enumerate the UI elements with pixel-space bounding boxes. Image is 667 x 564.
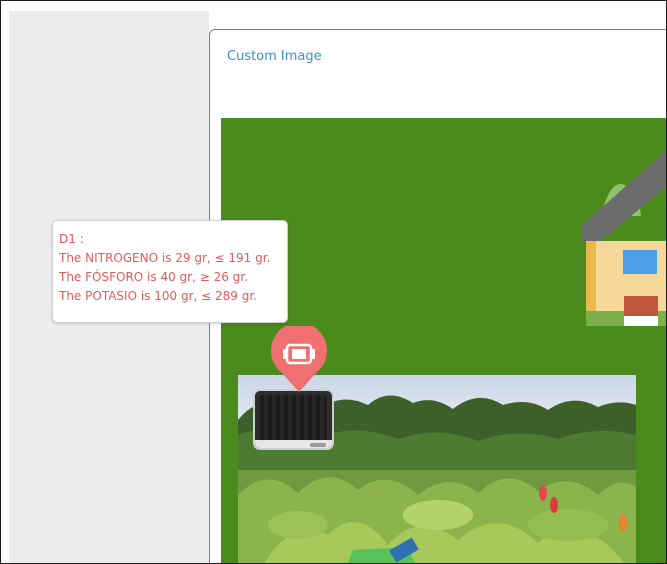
sensor-base <box>255 440 332 448</box>
tooltip-line-phosphorus: The FÓSFORO is 40 gr, ≥ 26 gr. <box>59 270 248 284</box>
solar-panel <box>260 395 327 441</box>
house-illustration <box>581 150 666 326</box>
tooltip-line-potassium: The POTASIO is 100 gr, ≤ 289 gr. <box>59 289 257 303</box>
card-title: Custom Image <box>227 49 322 64</box>
sensor-logo <box>310 443 326 447</box>
tooltip-line-nitrogen: The NITROGENO is 29 gr, ≤ 191 gr. <box>59 251 271 265</box>
map-pin-icon[interactable] <box>269 326 329 394</box>
tooltip-header: D1 : <box>59 232 84 246</box>
app-frame: Custom Image D1: The NITROGENO is 29 gr… <box>0 0 667 564</box>
sensor-device[interactable] <box>253 389 334 450</box>
nutrient-tooltip: D1 : The NITROGENO is 29 gr, ≤ 191 gr. T… <box>52 220 288 323</box>
